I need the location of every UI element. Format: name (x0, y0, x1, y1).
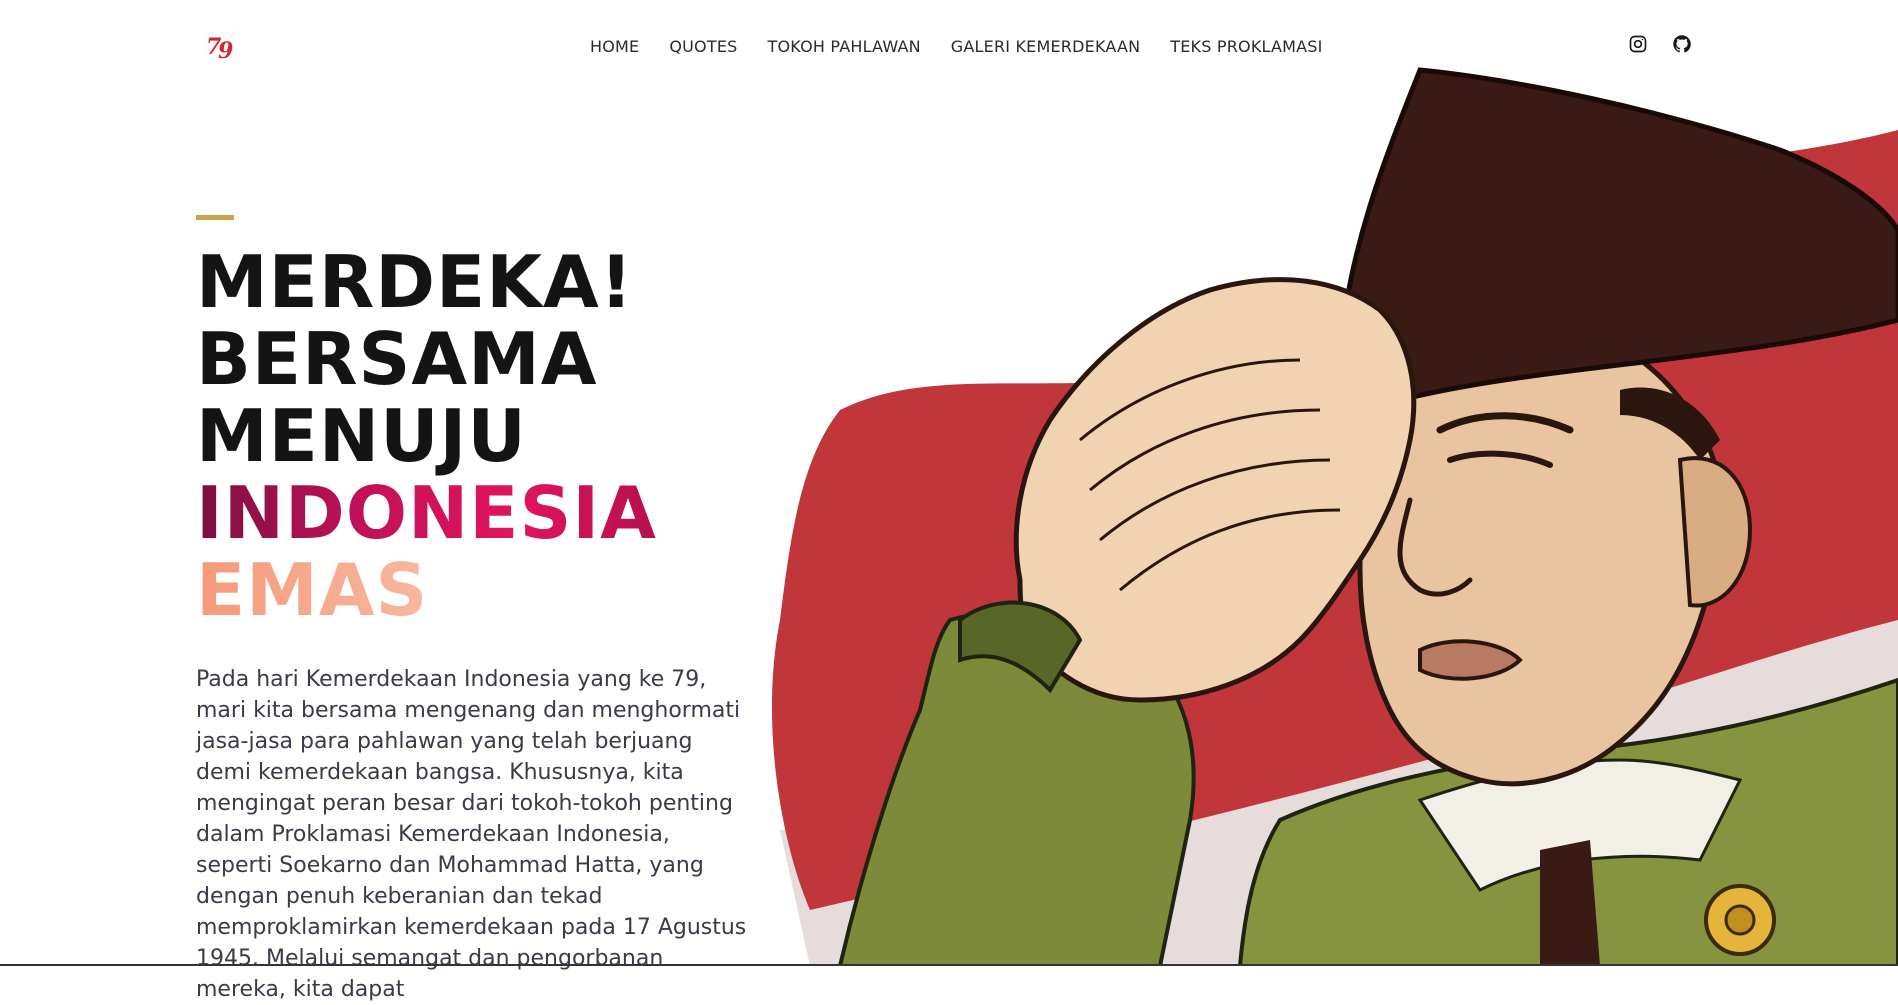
headline-line-3: MENUJU (196, 394, 527, 478)
nav-quotes[interactable]: QUOTES (669, 37, 737, 56)
nav-tokoh-pahlawan[interactable]: TOKOH PAHLAWAN (767, 37, 920, 56)
nav-galeri-kemerdekaan[interactable]: GALERI KEMERDEKAAN (951, 37, 1140, 56)
headline-indonesia: INDONESIA (196, 471, 657, 555)
top-navbar: 7 9 HOME QUOTES TOKOH PAHLAWAN GALERI KE… (0, 0, 1898, 92)
hero-headline: MERDEKA! BERSAMA MENUJU INDONESIA EMAS (196, 244, 657, 629)
nav-teks-proklamasi[interactable]: TEKS PROKLAMASI (1170, 37, 1322, 56)
instagram-icon[interactable] (1628, 34, 1652, 58)
tie (1540, 840, 1600, 966)
accent-bar (196, 215, 234, 220)
nav-home[interactable]: HOME (590, 37, 639, 56)
logo-79-icon[interactable]: 7 9 (204, 28, 240, 64)
social-links (1628, 34, 1696, 58)
hero-paragraph: Pada hari Kemerdekaan Indonesia yang ke … (196, 667, 747, 1002)
github-icon[interactable] (1672, 34, 1696, 58)
headline-emas: EMAS (196, 552, 657, 629)
svg-text:9: 9 (218, 38, 233, 64)
headline-line-1: MERDEKA! (196, 240, 634, 324)
main-menu: HOME QUOTES TOKOH PAHLAWAN GALERI KEMERD… (590, 0, 1353, 92)
headline-line-2: BERSAMA (196, 317, 598, 401)
hero-illustration (720, 60, 1898, 968)
